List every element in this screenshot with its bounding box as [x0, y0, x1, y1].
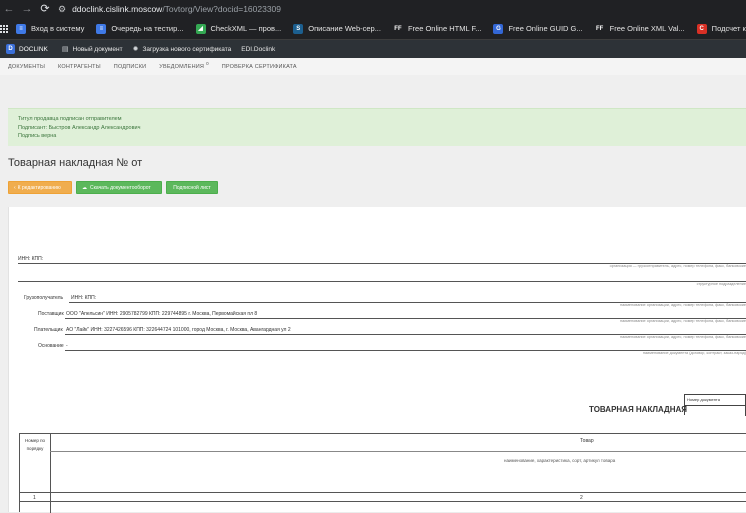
consignee-value: ИНН: КПП: [71, 295, 97, 301]
counter-icon: C [696, 23, 707, 34]
alert-line-2: Подписант: Быстров Александр Александров… [18, 124, 141, 131]
address-bar[interactable]: ⚙ ddoclink.cislink.moscow /Tovtorg/View?… [58, 4, 281, 15]
edi-doclink-label: EDI.Doclink [241, 45, 276, 53]
alert-line-3: Подпись верна [18, 133, 57, 139]
shipper-caption: организация — грузоотправитель, адрес, н… [609, 264, 746, 268]
guid-icon: G [493, 23, 504, 34]
bookmark-label: Очередь на тестир... [111, 24, 184, 33]
bookmark-item[interactable]: S Описание Web-сер... [293, 23, 381, 34]
checkxml-icon: ◢ [195, 23, 206, 34]
menu-contractors[interactable]: КОНТРАГЕНТЫ [58, 64, 101, 70]
bookmark-item[interactable]: G Free Online GUID G... [493, 23, 583, 34]
reload-icon[interactable]: ⟳ [36, 0, 54, 18]
site-info-icon[interactable]: ⚙ [58, 4, 66, 15]
bookmark-label: Free Online XML Val... [609, 24, 685, 33]
document-number-box: Номер документа [684, 394, 746, 416]
bookmark-label: CheckXML — пров... [210, 24, 282, 33]
bookmark-item[interactable]: FF Free Online XML Val... [594, 23, 685, 34]
consignee-label: Грузополучатель [24, 295, 64, 301]
bookmark-label: Вход в систему [31, 24, 85, 33]
s-icon: S [293, 23, 304, 34]
department-line [18, 281, 746, 282]
document-sheet: ИНН: КПП: организация — грузоотправитель… [8, 207, 746, 513]
forward-arrow-icon[interactable]: → [18, 0, 36, 18]
document-title: ТОВАРНАЯ НАКЛАДНАЯ [589, 405, 688, 414]
supplier-value: ООО "Апельсин" ИНН: 2905782799 КПП: 2297… [66, 311, 258, 317]
shipper-inn-kpp: ИНН: КПП: [18, 256, 44, 262]
bookmark-label: Описание Web-сер... [308, 24, 381, 33]
bookmark-item[interactable]: ≡ Очередь на тестир... [96, 23, 184, 34]
db-icon: ≡ [96, 23, 107, 34]
cloud-download-icon: ☁ [82, 184, 87, 191]
notifications-badge: 0 [206, 60, 209, 66]
doclink-logo[interactable]: D DOCLINK [6, 44, 48, 54]
page-title: Товарная накладная № от [8, 157, 143, 169]
goods-subheader-line [50, 451, 746, 452]
url-path: /Tovtorg/View?docid=16023309 [162, 4, 282, 14]
db-icon: ≡ [16, 23, 26, 34]
main-menu: ДОКУМЕНТЫ КОНТРАГЕНТЫ ПОДПИСКИ УВЕДОМЛЕН… [0, 58, 746, 75]
back-to-edit-label: К редактированию [17, 184, 61, 191]
goods-table: Номер по порядку Товар наименование, хар… [19, 433, 746, 513]
bookmark-item[interactable]: ≡ Вход в систему [16, 23, 85, 34]
doclink-logo-icon: D [6, 44, 15, 54]
upload-certificate-label: Загрузка нового сертификата [142, 45, 232, 53]
payer-caption: наименование организации, адрес, номер т… [619, 335, 746, 339]
consignee-caption: наименование организации, адрес, номер т… [619, 303, 746, 307]
bookmark-item[interactable]: ◢ CheckXML — пров... [195, 23, 282, 34]
bookmark-label: Подсчет количеств... [711, 24, 746, 33]
back-arrow-icon: ‹ [14, 184, 16, 191]
supplier-caption: наименование организации, адрес, номер т… [619, 319, 746, 323]
brand-name: DOCLINK [19, 45, 48, 53]
download-workflow-label: Скачать документооборот [90, 184, 151, 191]
document-icon: ▤ [61, 46, 69, 53]
numbers-bottom-line [20, 501, 746, 502]
download-workflow-button[interactable]: ☁ Скачать документооборот [76, 181, 162, 194]
bookmark-item[interactable]: FF Free Online HTML F... [392, 23, 482, 34]
payer-value: АО "Лайк" ИНН: 3227426596 КПП: 322644724… [66, 327, 291, 333]
back-to-edit-button[interactable]: ‹ К редактированию [8, 181, 72, 194]
new-document-link[interactable]: ▤ Новый документ [61, 45, 123, 54]
basis-value: - [66, 343, 68, 349]
supplier-label: Поставщик [38, 311, 64, 317]
bookmark-label: Free Online HTML F... [407, 24, 482, 33]
bookmark-label: Free Online GUID G... [508, 24, 583, 33]
menu-notifications-label: УВЕДОМЛЕНИЯ [159, 63, 205, 70]
main-content: Титул продавца подписан отправителем Под… [0, 75, 746, 513]
header-bottom-line [20, 492, 746, 493]
success-alert: Титул продавца подписан отправителем Под… [8, 108, 746, 146]
basis-caption: наименование документа (договор, контрак… [642, 351, 746, 355]
basis-label: Основание [38, 343, 64, 349]
signature-sheet-label: Подписной лист [173, 184, 211, 191]
upload-certificate-link[interactable]: ✹ Загрузка нового сертификата [132, 45, 232, 54]
bookmarks-bar: ≡ Вход в систему ≡ Очередь на тестир... ◢ Che… [0, 18, 746, 40]
menu-certificate-check[interactable]: ПРОВЕРКА СЕРТИФИКАТА [222, 64, 297, 70]
menu-subscriptions[interactable]: ПОДПИСКИ [114, 64, 146, 70]
column-header-goods: Товар [580, 438, 594, 444]
payer-label: Плательщик [34, 327, 63, 333]
ff-icon: FF [392, 23, 403, 34]
column-header-number: Номер по порядку [24, 438, 46, 451]
gear-icon: ✹ [132, 46, 139, 53]
alert-line-1: Титул продавца подписан отправителем [18, 116, 122, 122]
menu-documents[interactable]: ДОКУМЕНТЫ [8, 64, 45, 70]
signature-sheet-button[interactable]: Подписной лист [166, 181, 218, 194]
new-document-label: Новый документ [72, 45, 123, 53]
site-header: D DOCLINK ▤ Новый документ ✹ Загрузка но… [0, 40, 746, 58]
menu-notifications[interactable]: УВЕДОМЛЕНИЯ0 [159, 60, 209, 70]
document-number-divider [685, 405, 746, 406]
column-subheader-goods: наименование, характеристика, сорт, арти… [504, 458, 616, 463]
apps-grid-icon[interactable] [0, 24, 8, 33]
ff-icon: FF [594, 23, 605, 34]
department-caption: структурное подразделение [696, 282, 746, 286]
bookmark-item[interactable]: C Подсчет количеств... [696, 23, 746, 34]
browser-toolbar: ← → ⟳ ⚙ ddoclink.cislink.moscow /Tovtorg… [0, 0, 746, 18]
edi-doclink-link[interactable]: EDI.Doclink [241, 46, 275, 53]
document-number-label: Номер документа [687, 397, 720, 402]
url-host: ddoclink.cislink.moscow [72, 4, 163, 14]
back-arrow-icon[interactable]: ← [0, 0, 18, 18]
